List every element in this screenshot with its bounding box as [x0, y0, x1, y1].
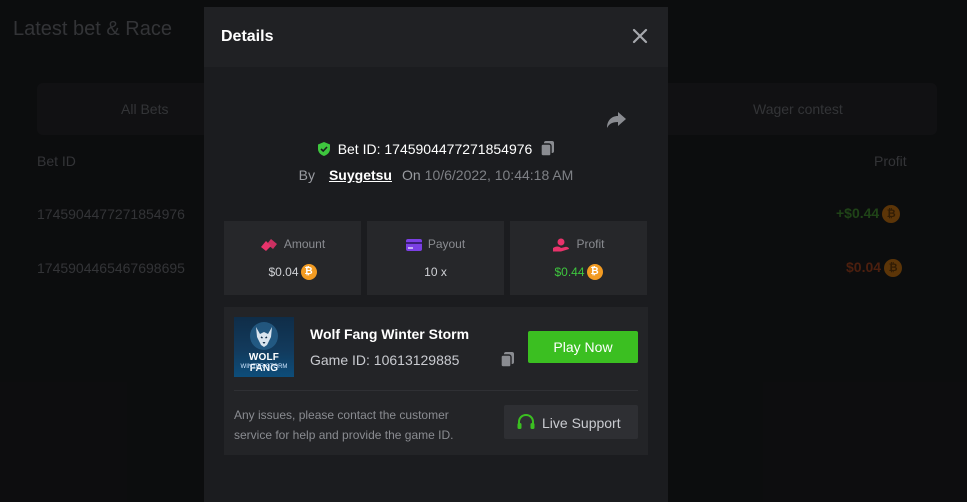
- live-support-button[interactable]: Live Support: [504, 405, 638, 439]
- bet-chips-icon: [260, 238, 277, 251]
- thumb-title: WOLF FANG: [248, 352, 280, 374]
- stat-label: Payout: [427, 237, 466, 251]
- coin-icon: [300, 264, 317, 280]
- thumb-subtitle: WINTER STORM: [240, 364, 288, 370]
- stat-payout: Payout 10 x: [367, 221, 504, 295]
- game-card: WOLF FANG WINTER STORM Wolf Fang Winter …: [224, 307, 648, 455]
- modal-header: Details: [204, 7, 668, 67]
- stat-label: Amount: [283, 237, 326, 251]
- on-label: On: [401, 167, 421, 183]
- wolf-icon: [250, 322, 278, 350]
- game-thumbnail[interactable]: WOLF FANG WINTER STORM: [234, 317, 294, 377]
- copy-icon[interactable]: [500, 351, 516, 374]
- stat-value: 10 x: [424, 265, 447, 279]
- stat-profit: Profit $0.44: [510, 221, 647, 295]
- verified-shield-icon: [316, 141, 332, 160]
- details-modal: Details Bet ID: 1745904477271854976 By Su…: [204, 7, 668, 502]
- coin-icon: [586, 264, 603, 280]
- username-link[interactable]: Suygetsu: [329, 167, 392, 183]
- card-icon: [405, 238, 422, 251]
- bet-datetime: 10/6/2022, 10:44:18 AM: [424, 167, 574, 183]
- support-message: Any issues, please contact the customer …: [234, 408, 454, 442]
- stat-value: $0.44: [554, 265, 585, 280]
- profit-hand-icon: [553, 238, 570, 252]
- game-name: Wolf Fang Winter Storm: [310, 326, 470, 342]
- modal-title: Details: [221, 28, 274, 45]
- share-icon[interactable]: [604, 107, 628, 131]
- bet-id-text: Bet ID: 1745904477271854976: [337, 141, 533, 158]
- play-now-button[interactable]: Play Now: [528, 331, 638, 363]
- live-support-label: Live Support: [542, 415, 621, 431]
- stat-value: $0.04: [268, 265, 299, 280]
- bet-id-line: Bet ID: 1745904477271854976: [204, 140, 668, 161]
- by-label: By: [298, 167, 315, 183]
- close-icon[interactable]: [630, 26, 650, 46]
- stat-label: Profit: [576, 237, 605, 251]
- stat-amount: Amount $0.04: [224, 221, 361, 295]
- divider: [234, 390, 638, 391]
- copy-icon[interactable]: [540, 140, 556, 161]
- game-id: Game ID: 10613129885: [310, 352, 460, 368]
- bet-meta-line: By Suygetsu On 10/6/2022, 10:44:18 AM: [204, 167, 668, 183]
- headset-icon: [517, 413, 535, 429]
